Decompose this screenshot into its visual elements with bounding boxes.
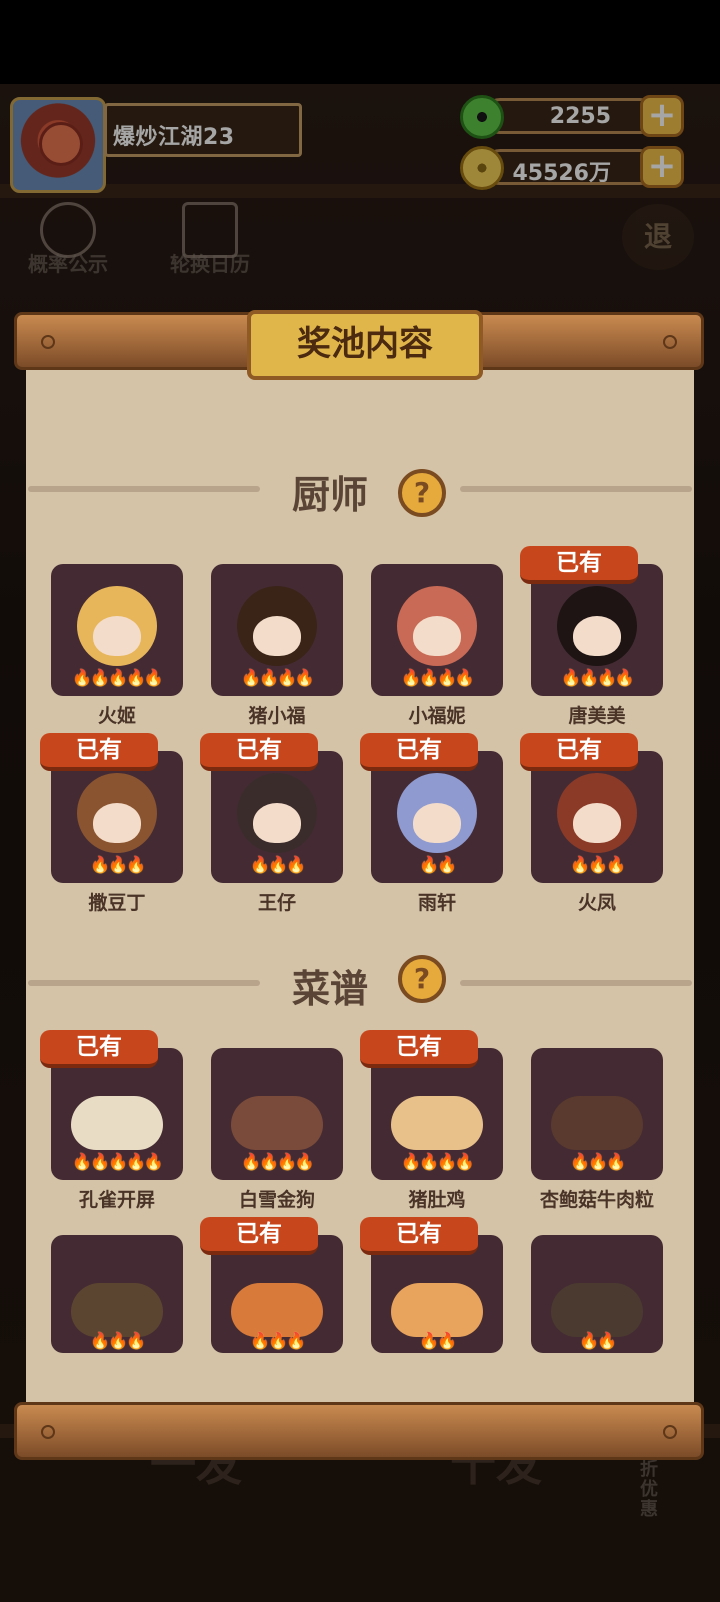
rarity-flames: 🔥🔥🔥 <box>250 1331 306 1350</box>
recipe-card[interactable]: 🔥🔥 <box>531 1235 663 1353</box>
dish-image <box>71 1283 163 1337</box>
recipe-help-button[interactable]: ? <box>398 955 446 1003</box>
chef-name: 猪小福 <box>248 705 306 727</box>
dish-image <box>391 1096 483 1150</box>
chef-face <box>573 616 621 656</box>
rarity-flames: 🔥🔥🔥 <box>570 855 626 874</box>
chef-face <box>253 616 301 656</box>
scroll-rod-bottom <box>14 1402 704 1460</box>
chef-portrait <box>557 586 637 666</box>
chef-portrait <box>237 773 317 853</box>
rarity-flames: 🔥🔥🔥 <box>250 855 306 874</box>
status-bar <box>0 0 720 84</box>
chef-name: 小福妮 <box>408 705 466 727</box>
owned-badge: 已有 <box>360 1217 478 1255</box>
chef-face <box>573 803 621 843</box>
owned-badge: 已有 <box>200 1217 318 1255</box>
recipe-section-title: 菜谱 <box>291 967 368 1011</box>
chef-face <box>93 616 141 656</box>
chef-name: 王仔 <box>257 892 296 914</box>
chef-section-title: 厨师 <box>291 473 368 517</box>
chef-portrait <box>557 773 637 853</box>
chef-card[interactable]: 🔥🔥🔥🔥🔥 <box>51 564 183 696</box>
owned-badge: 已有 <box>360 1030 478 1068</box>
dish-image <box>551 1283 643 1337</box>
dish-image <box>551 1096 643 1150</box>
owned-badge: 已有 <box>360 733 478 771</box>
rarity-flames: 🔥🔥🔥🔥🔥 <box>72 1152 164 1171</box>
chef-name: 唐美美 <box>568 705 626 727</box>
rarity-flames: 🔥🔥 <box>579 1331 617 1350</box>
chef-name: 火姬 <box>97 705 136 727</box>
owned-badge: 已有 <box>520 733 638 771</box>
recipe-name: 猪肚鸡 <box>408 1189 466 1211</box>
recipe-card[interactable]: 🔥🔥🔥 <box>531 1048 663 1180</box>
rarity-flames: 🔥🔥🔥🔥 <box>241 668 315 687</box>
rarity-flames: 🔥🔥 <box>419 1331 457 1350</box>
chef-card[interactable]: 🔥🔥🔥🔥 <box>211 564 343 696</box>
chef-card[interactable]: 🔥🔥🔥🔥 <box>371 564 503 696</box>
nail-icon <box>41 335 55 349</box>
dish-image <box>231 1096 323 1150</box>
rarity-flames: 🔥🔥🔥 <box>570 1152 626 1171</box>
chef-face <box>413 803 461 843</box>
recipe-card[interactable]: 🔥🔥🔥 <box>51 1235 183 1353</box>
chef-portrait <box>77 773 157 853</box>
recipe-name: 白雪金狗 <box>238 1189 315 1211</box>
dish-image <box>71 1096 163 1150</box>
owned-badge: 已有 <box>40 1030 158 1068</box>
rarity-flames: 🔥🔥🔥🔥🔥 <box>72 668 164 687</box>
rarity-flames: 🔥🔥🔥🔥 <box>401 1152 475 1171</box>
rarity-flames: 🔥🔥 <box>419 855 457 874</box>
rarity-flames: 🔥🔥🔥🔥 <box>401 668 475 687</box>
chef-face <box>253 803 301 843</box>
owned-badge: 已有 <box>40 733 158 771</box>
chef-name: 雨轩 <box>417 892 456 914</box>
chef-face <box>93 803 141 843</box>
owned-badge: 已有 <box>200 733 318 771</box>
chef-portrait <box>397 773 477 853</box>
owned-badge: 已有 <box>520 546 638 584</box>
chef-portrait <box>237 586 317 666</box>
chef-portrait <box>77 586 157 666</box>
nail-icon <box>41 1425 55 1439</box>
rarity-flames: 🔥🔥🔥 <box>90 855 146 874</box>
rarity-flames: 🔥🔥🔥 <box>90 1331 146 1350</box>
recipe-name: 孔雀开屏 <box>78 1189 155 1211</box>
chef-name: 撒豆丁 <box>88 892 146 914</box>
panel-title: 奖池内容 <box>247 310 483 380</box>
chef-help-button[interactable]: ? <box>398 469 446 517</box>
nail-icon <box>663 1425 677 1439</box>
recipe-name: 杏鲍菇牛肉粒 <box>539 1189 654 1211</box>
dish-image <box>391 1283 483 1337</box>
dish-image <box>231 1283 323 1337</box>
chef-name: 火凤 <box>577 892 616 914</box>
chef-face <box>413 616 461 656</box>
rarity-flames: 🔥🔥🔥🔥 <box>241 1152 315 1171</box>
recipe-card[interactable]: 🔥🔥🔥🔥 <box>211 1048 343 1180</box>
rarity-flames: 🔥🔥🔥🔥 <box>561 668 635 687</box>
chef-portrait <box>397 586 477 666</box>
nail-icon <box>663 335 677 349</box>
